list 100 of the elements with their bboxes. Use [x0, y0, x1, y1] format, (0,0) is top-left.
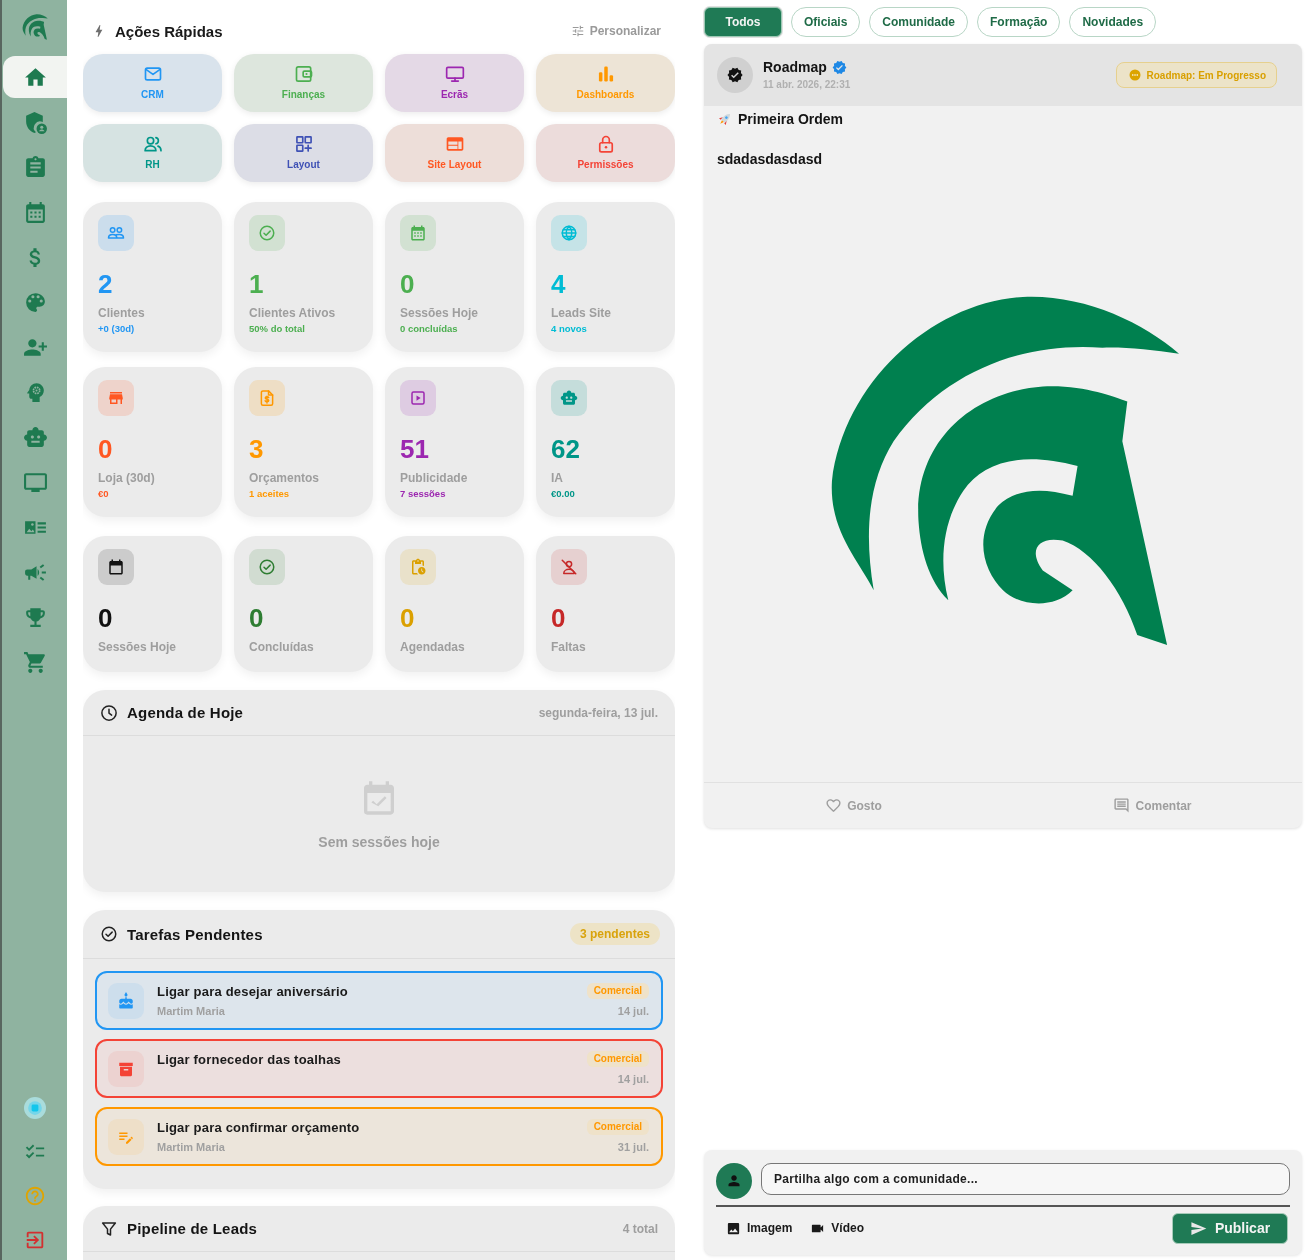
customize-button[interactable]: Personalizar [570, 24, 661, 38]
nav-item[interactable] [3, 56, 67, 98]
cart-icon [22, 649, 48, 675]
stat-value: 51 [400, 434, 429, 464]
robot-icon [551, 380, 587, 416]
store-icon [98, 380, 134, 416]
quick-action-button[interactable]: Permissões [536, 124, 675, 182]
task-date: 14 jul. [617, 1072, 649, 1087]
stat-value: 4 [551, 269, 566, 299]
stat-subtext: 7 sessões [400, 487, 446, 500]
play-icon [400, 380, 436, 416]
post-input-field[interactable]: Partilha algo com a comunidade... [761, 1163, 1290, 1195]
stat-label: Leads Site [551, 305, 612, 321]
task-title: Ligar para confirmar orçamento [157, 1119, 360, 1137]
quick-action-button[interactable]: Layout [234, 124, 373, 182]
filter-tab[interactable]: Oficiais [791, 7, 861, 37]
lead-count: 4 total [622, 1221, 658, 1236]
helmet-logo-icon[interactable] [21, 14, 48, 40]
task-date: 31 jul. [617, 1140, 649, 1155]
stat-value: 0 [98, 603, 113, 633]
stat-label: Faltas [551, 639, 586, 655]
stat-label: Publicidade [400, 470, 468, 486]
calendar-icon [400, 215, 436, 251]
stat-subtext: 1 aceites [249, 487, 290, 500]
calendar-icon [98, 549, 134, 585]
badge-avatar-icon [717, 57, 753, 93]
publish-button[interactable]: Publicar [1172, 1212, 1288, 1244]
stat-label: Concluídas [249, 639, 314, 655]
stat-label: Orçamentos [249, 470, 320, 486]
image-button[interactable]: Imagem [726, 1220, 793, 1236]
task-item[interactable]: Ligar para desejar aniversário Martim Maria Comercial 14 jul. [95, 971, 663, 1030]
comment-icon [1113, 797, 1131, 814]
stat-label: IA [551, 470, 563, 486]
task-item[interactable]: Ligar para confirmar orçamento Martim Maria Comercial 31 jul. [95, 1107, 663, 1166]
robot-icon [22, 424, 48, 450]
stat-subtext: 0 concluídas [400, 322, 458, 335]
task-person: Martim Maria [157, 1004, 225, 1019]
task-person: Martim Maria [157, 1140, 225, 1155]
stat-label: Agendadas [400, 639, 465, 655]
stat-value: 0 [249, 603, 264, 633]
section-title: Tarefas Pendentes [127, 925, 263, 943]
stat-subtext: 4 novos [551, 322, 587, 335]
archive-box-icon [108, 1050, 144, 1087]
funnel-icon [100, 1219, 118, 1238]
quick-action-button[interactable]: RH [83, 124, 222, 182]
post-title: Primeira Ordem [738, 111, 844, 127]
user-avatar-icon [716, 1163, 752, 1199]
count-badge: 3 pendentes [569, 923, 660, 945]
edit-note-icon [108, 1118, 144, 1155]
section-title: Ações Rápidas [115, 22, 223, 40]
status-text: Roadmap: Em Progresso [1146, 69, 1266, 81]
stat-subtext: €0 [98, 487, 109, 500]
quick-action-button[interactable]: Ecrãs [385, 54, 524, 112]
stat-value: 0 [400, 269, 415, 299]
stat-value: 0 [400, 603, 415, 633]
image-icon [726, 1220, 741, 1236]
task-title: Ligar para desejar aniversário [157, 983, 348, 1001]
filter-tab[interactable]: Formação [977, 7, 1061, 37]
task-title: Ligar fornecedor das toalhas [157, 1051, 342, 1069]
stat-value: 0 [551, 603, 566, 633]
stat-label: Clientes [98, 305, 145, 321]
sliders-icon [570, 24, 585, 38]
category-tag: Comercial [586, 983, 649, 999]
stat-subtext: +0 (30d) [98, 322, 135, 335]
filter-tab[interactable]: Todos [704, 7, 782, 37]
video-button[interactable]: Vídeo [810, 1220, 865, 1236]
stat-value: 62 [551, 434, 580, 464]
stat-label: Sessões Hoje [98, 639, 177, 655]
clock-icon [100, 703, 118, 722]
empty-state-text: Sem sessões hoje [318, 833, 440, 852]
cake-icon [108, 982, 144, 1019]
stat-label: Clientes Ativos [249, 305, 336, 321]
author-name: Roadmap [763, 58, 827, 76]
agenda-date: segunda-feira, 13 jul. [538, 705, 658, 720]
section-title: Agenda de Hoje [127, 704, 244, 721]
filter-tab[interactable]: Novidades [1069, 7, 1157, 37]
stat-value: 0 [98, 434, 113, 464]
users-icon [98, 215, 134, 251]
task-item[interactable]: Ligar fornecedor das toalhas Comercial 14 jul. [95, 1039, 663, 1098]
globe-icon [551, 215, 587, 251]
stat-value: 3 [249, 434, 264, 464]
category-tag: Comercial [586, 1051, 649, 1067]
task-date: 14 jul. [617, 1004, 649, 1019]
clipboard-clock-icon [400, 549, 436, 585]
stat-value: 1 [249, 269, 264, 299]
stat-label: Sessões Hoje [400, 305, 479, 321]
stat-value: 2 [98, 269, 113, 299]
invoice-icon [249, 380, 285, 416]
person-off-icon [551, 549, 587, 585]
post-text: sdadasdasdasd [717, 150, 824, 168]
rocket-icon [717, 111, 733, 127]
heart-icon [825, 797, 843, 814]
stat-subtext: 50% do total [249, 322, 305, 335]
filter-tab[interactable]: Comunidade [869, 7, 969, 37]
stat-subtext: €0.00 [551, 487, 575, 500]
glowing-orb-icon[interactable] [23, 1097, 46, 1119]
section-title: Pipeline de Leads [127, 1220, 258, 1237]
check-circle-icon [100, 925, 118, 943]
stat-label: Loja (30d) [98, 470, 155, 486]
send-icon [1189, 1219, 1207, 1237]
